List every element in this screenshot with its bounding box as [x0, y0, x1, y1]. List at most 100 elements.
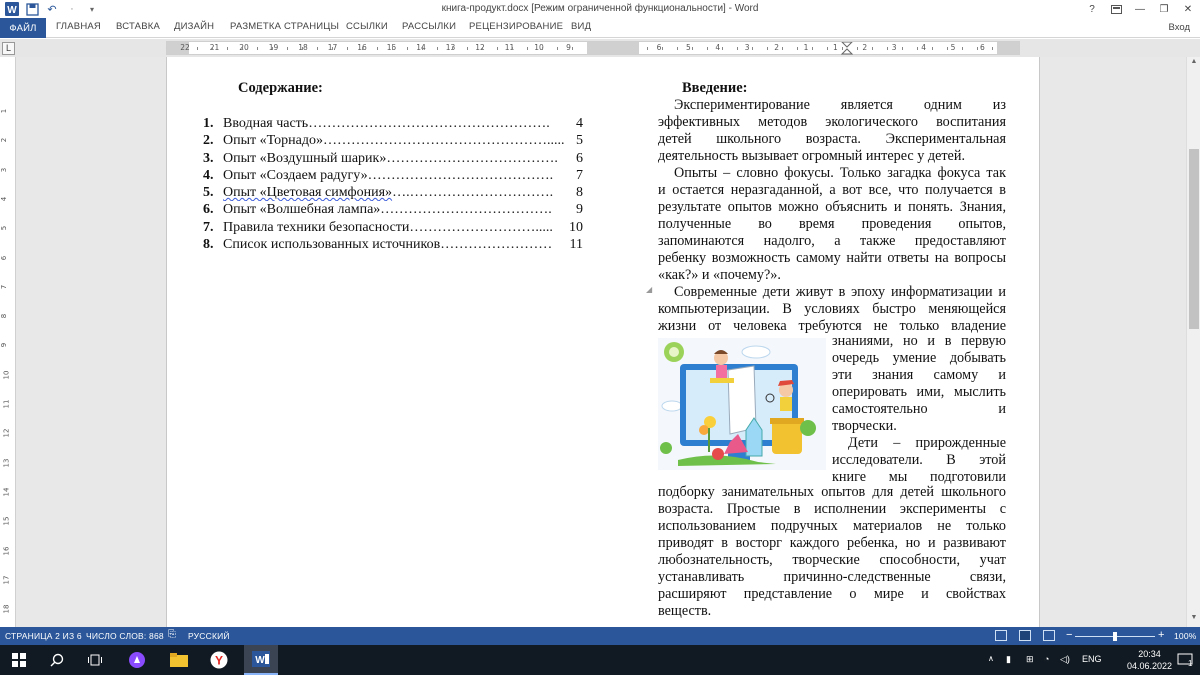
ruler-number: 1 [833, 43, 838, 52]
tab-selector[interactable]: L [2, 42, 15, 55]
system-clock[interactable]: 20:34 04.06.2022 [1127, 648, 1172, 672]
search-icon[interactable] [46, 650, 68, 670]
toc-item[interactable]: 8. Список использованных источников………………… [203, 236, 583, 253]
ruler-number: 3 [891, 43, 897, 52]
toc-item[interactable]: 1. Вводная часть……………………………………………. 4 [203, 115, 583, 132]
read-mode-icon[interactable] [995, 630, 1007, 641]
toc-item-page: 8 [576, 185, 583, 201]
tab-page-layout[interactable]: РАЗМЕТКА СТРАНИЦЫ [230, 21, 339, 32]
ruler-tick [812, 47, 813, 50]
tab-file[interactable]: ФАЙЛ [0, 18, 46, 38]
usb-icon[interactable]: ⊞ [1026, 654, 1034, 665]
restore-button[interactable]: ❐ [1152, 0, 1176, 18]
text-line: полученные во время проведения опытов, [658, 216, 1006, 232]
tab-review[interactable]: РЕЦЕНЗИРОВАНИЕ [469, 21, 563, 32]
ruler-tick [407, 47, 408, 50]
toc-item-number: 6. [203, 202, 214, 218]
ruler-tick [782, 47, 783, 50]
vertical-ruler-number: 3 [0, 167, 9, 172]
toc-item[interactable]: 5. Опыт «Цветовая симфония»….…………………………. 8 [203, 184, 583, 201]
word-taskbar-icon[interactable]: W [244, 645, 278, 675]
ribbon-display-options-icon[interactable] [1104, 0, 1128, 18]
ruler-tick [572, 47, 573, 50]
language-indicator[interactable]: РУССКИЙ [188, 631, 230, 641]
text-line: эффективных методов экологического воспи… [658, 114, 1006, 130]
toc-item-title: Список использованных источников [223, 237, 441, 253]
toc-item-title: Опыт «Цветовая симфония» [223, 185, 393, 201]
vertical-ruler[interactable]: 1 2 3 4 5 6 7 8 9 10 11 12 13 14 15 16 17 18 [0, 57, 16, 627]
paragraph-anchor-icon: ◢ [646, 285, 653, 294]
help-button[interactable]: ? [1080, 0, 1104, 18]
ruler-tick [692, 47, 693, 50]
ruler-number: 2 [774, 43, 779, 52]
scrollbar-thumb[interactable] [1189, 149, 1199, 329]
minimize-button[interactable]: — [1128, 0, 1152, 18]
ruler-tick [797, 47, 798, 50]
tab-view[interactable]: ВИД [571, 21, 591, 32]
notifications-icon[interactable]: 1 [1174, 650, 1196, 670]
tab-references[interactable]: ССЫЛКИ [346, 21, 388, 32]
yandex-browser-icon[interactable]: Y [208, 650, 230, 670]
file-explorer-icon[interactable] [168, 650, 190, 670]
scroll-up-icon[interactable]: ▲ [1187, 58, 1200, 70]
ruler-number: 22 [180, 43, 190, 52]
text-line: очередь умение добывать [832, 350, 1006, 366]
ruler-number: 6 [656, 43, 662, 52]
scroll-down-icon[interactable]: ▼ [1187, 614, 1200, 626]
close-button[interactable]: ✕ [1176, 0, 1200, 18]
vertical-ruler-number: 1 [0, 108, 9, 114]
vertical-ruler-number: 14 [2, 487, 11, 497]
toc-item-number: 3. [203, 150, 214, 166]
text-line: творчески. [832, 418, 897, 434]
tab-design[interactable]: ДИЗАЙН [174, 21, 214, 32]
ruler-tick [512, 47, 513, 50]
input-language[interactable]: ENG [1082, 654, 1102, 664]
toc-item[interactable]: 4. Опыт «Создаем радугу»…………………………………. 7 [203, 167, 583, 184]
volume-icon[interactable]: ◁) [1060, 654, 1070, 665]
network-icon[interactable]: ◔ [1044, 654, 1049, 664]
notifications-count: 1 [1188, 659, 1193, 667]
tab-home[interactable]: ГЛАВНАЯ [56, 21, 101, 32]
ruler-number: 13 [445, 43, 456, 52]
word-window: W ↶ · ▾ книга-продукт.docx [Режим ограни… [0, 0, 1200, 675]
print-layout-icon[interactable] [1019, 630, 1031, 641]
text-line: Современные дети живут в эпоху информати… [674, 284, 1006, 300]
proofing-icon[interactable]: ⎘ [168, 629, 176, 640]
sign-in-link[interactable]: Вход [1169, 22, 1191, 33]
vertical-ruler-number: 5 [0, 225, 9, 231]
toc-item[interactable]: 3. Опыт «Воздушный шарик»………………………………. 6 [203, 150, 583, 167]
toc-item-leader: ….…………………………. [392, 185, 554, 201]
battery-icon[interactable]: ▮ [1006, 654, 1011, 665]
toc-item[interactable]: 6. Опыт «Волшебная лампа»………………………………. 9 [203, 201, 583, 218]
tab-insert[interactable]: ВСТАВКА [116, 21, 160, 32]
ruler-tick [257, 47, 258, 50]
toc-item-leader: ………………………………. [386, 150, 558, 166]
word-count[interactable]: ЧИСЛО СЛОВ: 868 [86, 631, 164, 641]
ruler-tick [887, 47, 888, 50]
vertical-ruler-number: 4 [0, 196, 9, 202]
tab-mailings[interactable]: РАССЫЛКИ [402, 21, 456, 32]
zoom-out-button[interactable]: − [1066, 629, 1073, 641]
zoom-in-button[interactable]: + [1158, 629, 1165, 641]
tray-chevron-icon[interactable]: ∧ [988, 654, 994, 663]
task-view-icon[interactable] [84, 650, 106, 670]
ruler-number: 14 [416, 43, 426, 52]
toc-item[interactable]: 7. Правила техники безопасности……………………….… [203, 219, 583, 236]
web-layout-icon[interactable] [1043, 630, 1055, 641]
vertical-ruler-number: 13 [2, 458, 11, 468]
vertical-scrollbar[interactable]: ▲ ▼ [1186, 57, 1200, 627]
wrapped-text-block: знаниями, но и в первую очередь умение до… [832, 333, 1006, 486]
toc-item[interactable]: 2. Опыт «Торнадо»…………………………………………..... 5 [203, 132, 583, 149]
document-title: книга-продукт.docx [Режим ограниченной ф… [441, 3, 759, 14]
ruler-tick [377, 47, 378, 50]
zoom-level[interactable]: 100% [1174, 631, 1197, 641]
page-count[interactable]: СТРАНИЦА 2 ИЗ 6 [5, 631, 82, 641]
text-line: приводят в восторг каждого ребенка, но и… [658, 535, 1006, 551]
windows-start-icon[interactable] [8, 650, 30, 670]
clock-time: 20:34 [1138, 649, 1161, 659]
text-line: компьютеризации. В условиях быстро меняю… [658, 301, 1006, 317]
ruler-tick [767, 47, 768, 50]
zoom-slider-thumb[interactable] [1113, 632, 1117, 641]
alice-assistant-icon[interactable] [126, 650, 148, 670]
horizontal-ruler[interactable]: 222120191817161514131211109654321123456 [166, 41, 1020, 55]
